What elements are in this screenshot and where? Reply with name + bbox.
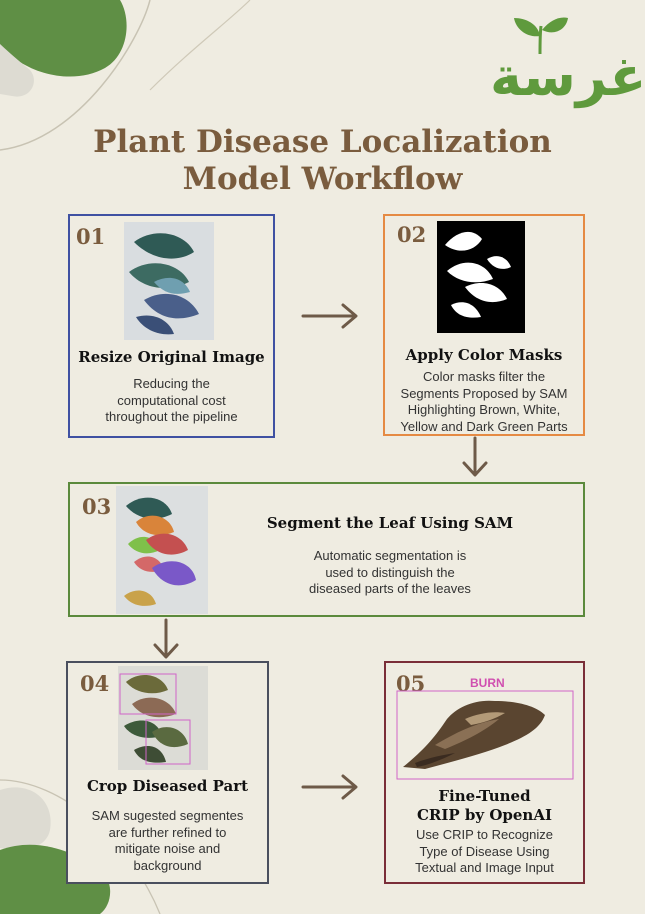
original-leaf-image bbox=[124, 222, 214, 340]
step-01-card: 01 Resize Original Image Reducing the co… bbox=[68, 214, 275, 438]
title-line-1: Plant Disease Localization bbox=[93, 124, 552, 160]
step-04-card: 04 Crop Diseased Part SAM sugested segme… bbox=[66, 661, 269, 884]
step-03-card: 03 Segment the Leaf Using SAM Automatic … bbox=[68, 482, 585, 617]
bottom-left-grey-blob bbox=[0, 787, 51, 850]
arrow-right-icon bbox=[301, 303, 358, 329]
logo-text: غرسة bbox=[490, 45, 645, 108]
step-title: Resize Original Image bbox=[78, 348, 265, 366]
cropped-diseased-image bbox=[118, 666, 208, 770]
title-line-2: Model Workflow bbox=[182, 161, 463, 197]
step-05-card: 05 BURN Fine-Tuned CRIP by OpenAI Use CR… bbox=[384, 661, 585, 884]
arrow-down-icon bbox=[153, 618, 179, 659]
detection-label: BURN bbox=[470, 676, 505, 690]
step-title: Fine-Tuned CRIP by OpenAI bbox=[386, 787, 583, 825]
logo: غرسة bbox=[490, 12, 645, 122]
sam-segmentation-image bbox=[116, 486, 208, 614]
step-number: 03 bbox=[82, 494, 112, 519]
color-mask-image bbox=[437, 221, 525, 333]
arrow-down-icon bbox=[462, 436, 488, 477]
step-title-line-2: CRIP by OpenAI bbox=[416, 806, 552, 824]
step-description: Use CRIP to Recognize Type of Disease Us… bbox=[415, 827, 554, 875]
step-description: Color masks filter the Segments Proposed… bbox=[400, 369, 568, 434]
step-description: Automatic segmentation is used to distin… bbox=[309, 548, 471, 596]
burn-detection-image bbox=[396, 690, 574, 780]
step-title: Apply Color Masks bbox=[405, 346, 563, 364]
step-title: Segment the Leaf Using SAM bbox=[266, 514, 514, 532]
step-description: SAM sugested segmentes are further refin… bbox=[91, 808, 244, 873]
step-number: 01 bbox=[76, 224, 106, 249]
page-title: Plant Disease Localization Model Workflo… bbox=[0, 124, 645, 198]
step-number: 02 bbox=[397, 222, 427, 247]
arrow-right-icon bbox=[301, 774, 358, 800]
step-02-card: 02 Apply Color Masks Color masks filter … bbox=[383, 214, 585, 436]
step-number: 04 bbox=[80, 671, 110, 696]
step-title-line-1: Fine-Tuned bbox=[438, 787, 531, 805]
step-description: Reducing the computational cost througho… bbox=[105, 376, 238, 424]
step-title: Crop Diseased Part bbox=[86, 777, 249, 795]
top-curve-2 bbox=[149, 0, 251, 91]
